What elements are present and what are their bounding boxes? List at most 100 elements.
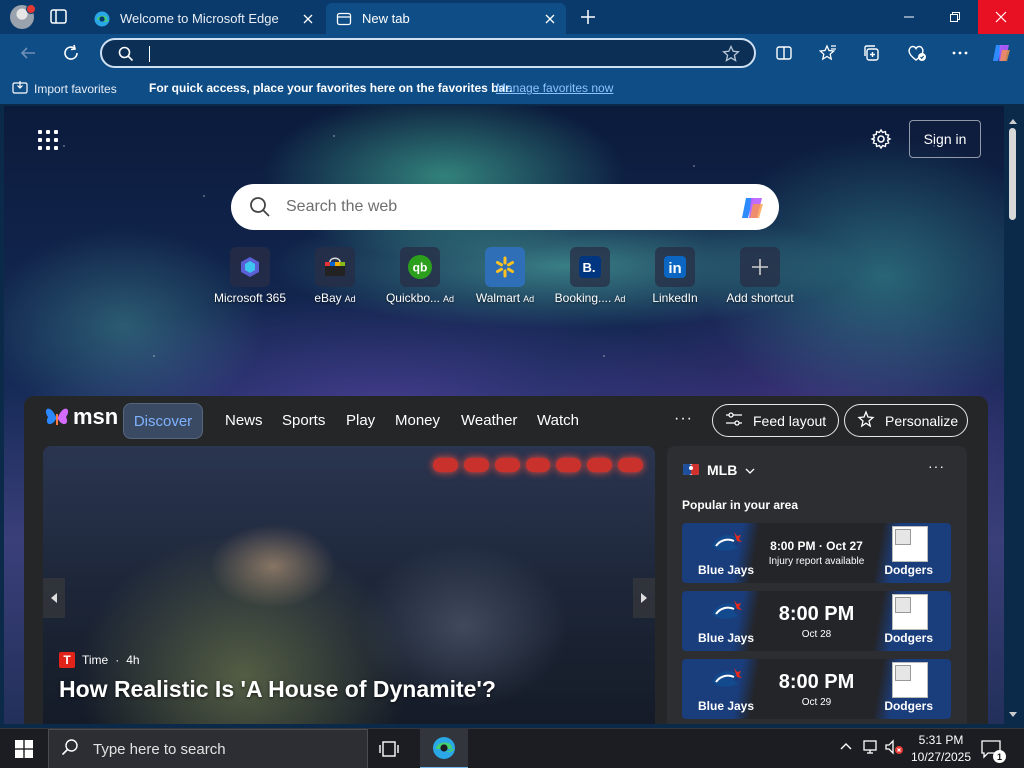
navigation-bar <box>0 34 1024 72</box>
game-card[interactable]: Blue Jays 8:00 PM Oct 29 Dodgers <box>682 659 951 719</box>
favorites-icon[interactable] <box>816 41 840 65</box>
collections-icon[interactable] <box>860 41 884 65</box>
dodgers-logo-icon <box>892 526 928 562</box>
volume-muted-icon[interactable] <box>884 739 904 760</box>
nav-watch[interactable]: Watch <box>537 412 579 429</box>
game-card[interactable]: Blue Jays 8:00 PM Oct 28 Dodgers <box>682 591 951 651</box>
shortcut-ebay[interactable]: eBay Ad <box>290 247 380 305</box>
notification-count: 1 <box>993 750 1006 763</box>
nav-money[interactable]: Money <box>395 412 440 429</box>
nav-sports[interactable]: Sports <box>282 412 325 429</box>
story-headline[interactable]: How Realistic Is 'A House of Dynamite'? <box>59 676 496 703</box>
more-options-icon[interactable] <box>948 41 972 65</box>
address-bar[interactable] <box>100 38 756 68</box>
split-screen-icon[interactable] <box>772 41 796 65</box>
booking-icon: B. <box>570 247 610 287</box>
tab-welcome[interactable]: Welcome to Microsoft Edge <box>84 3 324 34</box>
favorites-bar: Import favorites For quick access, place… <box>0 72 1024 104</box>
copilot-icon[interactable] <box>989 41 1013 65</box>
start-button[interactable] <box>0 729 48 768</box>
away-team: Dodgers <box>884 699 933 713</box>
notification-center-icon[interactable]: 1 <box>980 739 1006 763</box>
linkedin-icon: in <box>655 247 695 287</box>
nav-news[interactable]: News <box>225 412 263 429</box>
windows-logo-icon <box>15 740 33 758</box>
shortcut-microsoft-365[interactable]: Microsoft 365 <box>205 247 295 305</box>
add-shortcut-button[interactable]: Add shortcut <box>715 247 805 305</box>
new-tab-icon <box>336 11 352 27</box>
tab-actions-icon[interactable] <box>48 7 70 27</box>
away-team: Dodgers <box>884 563 933 577</box>
tab-title: Welcome to Microsoft Edge <box>120 11 279 26</box>
microsoft-365-icon <box>230 247 270 287</box>
shortcut-label: Add shortcut <box>726 291 794 305</box>
import-favorites-button[interactable]: Import favorites <box>12 80 117 97</box>
new-tab-button[interactable] <box>577 7 599 27</box>
widget-more-icon[interactable]: ··· <box>928 458 945 474</box>
clock-time: 5:31 PM <box>918 733 964 747</box>
settings-gear-icon[interactable] <box>870 128 892 150</box>
web-search-box[interactable]: Search the web <box>231 184 779 230</box>
shortcut-walmart[interactable]: Walmart Ad <box>460 247 550 305</box>
ad-badge: Ad <box>344 294 356 304</box>
personalize-button[interactable]: Personalize <box>844 404 968 437</box>
import-favorites-label: Import favorites <box>34 81 117 96</box>
sparkle-star-icon <box>857 410 875 431</box>
next-arrow-icon[interactable] <box>633 578 655 618</box>
svg-text:qb: qb <box>413 261 428 275</box>
show-hidden-icons-chevron-icon[interactable] <box>838 739 854 760</box>
msn-logo[interactable]: msn <box>44 404 118 430</box>
scrollbar-thumb[interactable] <box>1009 128 1016 220</box>
close-tab-icon[interactable] <box>300 11 316 27</box>
feed-layout-button[interactable]: Feed layout <box>712 404 839 437</box>
profile-avatar[interactable] <box>10 4 36 29</box>
sign-in-button[interactable]: Sign in <box>909 120 981 158</box>
nav-discover[interactable]: Discover <box>123 403 203 439</box>
shortcut-booking[interactable]: B. Booking.... Ad <box>545 247 635 305</box>
minimize-button[interactable] <box>886 0 932 34</box>
status-lights-image <box>433 458 644 478</box>
separator: · <box>115 653 120 667</box>
shortcut-linkedin[interactable]: in LinkedIn <box>630 247 720 305</box>
previous-arrow-icon[interactable] <box>43 578 65 618</box>
restore-button[interactable] <box>932 0 978 34</box>
edge-taskbar-button[interactable] <box>420 729 468 768</box>
league-selector[interactable]: MLB <box>683 462 755 478</box>
league-name: MLB <box>707 462 738 478</box>
close-window-button[interactable] <box>978 0 1024 34</box>
copilot-icon[interactable] <box>738 194 766 222</box>
game-card[interactable]: Blue Jays 8:00 PM · Oct 27 Injury report… <box>682 523 951 583</box>
text-cursor <box>149 46 150 62</box>
search-icon <box>61 738 79 761</box>
more-nav-icon[interactable]: ··· <box>674 410 693 428</box>
manage-favorites-link[interactable]: Manage favorites now <box>496 81 613 95</box>
import-icon <box>12 80 28 97</box>
scroll-down-icon[interactable] <box>1008 706 1018 717</box>
title-bar: Welcome to Microsoft Edge New tab <box>0 0 1024 34</box>
tab-new-tab[interactable]: New tab <box>326 3 566 34</box>
favorites-bar-message: For quick access, place your favorites h… <box>149 81 513 95</box>
add-favorite-star-icon[interactable] <box>722 44 740 68</box>
network-icon[interactable] <box>862 739 880 760</box>
nav-weather[interactable]: Weather <box>461 412 517 429</box>
ad-badge: Ad <box>443 294 455 304</box>
refresh-icon[interactable] <box>59 41 83 65</box>
close-tab-icon[interactable] <box>542 11 558 27</box>
browser-essentials-icon[interactable] <box>905 41 929 65</box>
taskbar-search-box[interactable]: Type here to search <box>48 729 368 768</box>
search-placeholder: Search the web <box>286 198 398 215</box>
dodgers-logo-icon <box>892 594 928 630</box>
page-scrollbar[interactable] <box>1004 106 1024 724</box>
story-source: T Time · 4h <box>59 652 140 668</box>
hero-story-card[interactable]: T Time · 4h How Realistic Is 'A House of… <box>43 446 655 724</box>
ebay-icon <box>315 247 355 287</box>
app-launcher-icon[interactable] <box>38 130 58 150</box>
msn-feed: msn Discover News Sports Play Money Weat… <box>24 396 988 724</box>
nav-play[interactable]: Play <box>346 412 375 429</box>
system-clock[interactable]: 5:31 PM 10/27/2025 <box>905 732 977 766</box>
task-view-icon[interactable] <box>378 738 402 760</box>
svg-text:in: in <box>668 260 681 277</box>
back-arrow-icon[interactable] <box>16 41 40 65</box>
scroll-up-icon[interactable] <box>1008 112 1018 124</box>
shortcut-quickbooks[interactable]: qb Quickbo... Ad <box>375 247 465 305</box>
